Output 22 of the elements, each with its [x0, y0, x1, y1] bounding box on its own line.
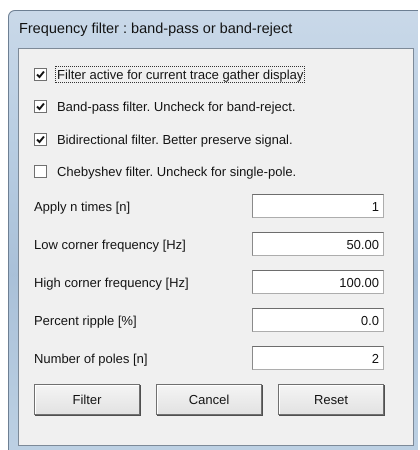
input-field[interactable]: 1: [252, 194, 384, 218]
dialog-button[interactable]: Filter: [34, 384, 140, 415]
field-label: Percent ripple [%]: [34, 312, 138, 328]
input-field[interactable]: 0.0: [252, 308, 384, 332]
checkbox-label[interactable]: Filter active for current trace gather display: [55, 66, 306, 82]
window-title: Frequency filter : band-pass or band-reject: [18, 20, 294, 39]
input-field[interactable]: 100.00: [252, 270, 384, 294]
field-label: Low corner frequency [Hz]: [34, 236, 187, 252]
input-field[interactable]: 2: [252, 346, 384, 370]
checkbox[interactable]: [34, 165, 47, 178]
field-label: High corner frequency [Hz]: [34, 274, 190, 290]
checkbox[interactable]: [34, 132, 47, 146]
checkbox-label[interactable]: Chebyshev filter. Uncheck for single-pole.: [55, 163, 298, 180]
field-label: Apply n times [n]: [34, 198, 132, 214]
dialog-button[interactable]: Cancel: [156, 384, 262, 415]
checkbox-label[interactable]: Bidirectional filter. Better preserve signal.: [55, 130, 295, 148]
field-label: Number of poles [n]: [34, 350, 148, 366]
checkbox-label[interactable]: Band-pass filter. Uncheck for band-reject.: [55, 98, 298, 115]
checkbox[interactable]: [34, 100, 47, 113]
input-field[interactable]: 50.00: [252, 232, 384, 256]
checkbox[interactable]: [34, 68, 47, 80]
dialog-button[interactable]: Reset: [278, 384, 384, 415]
